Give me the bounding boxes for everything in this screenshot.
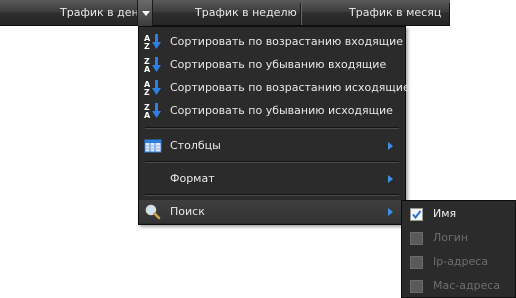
menu-item-sort-asc-outgoing[interactable]: A Z Сортировать по возрастанию исходящие xyxy=(139,76,410,99)
menu-item-label: Сортировать по возрастанию исходящие xyxy=(170,81,410,94)
header-empty-area xyxy=(450,0,516,26)
menu-item-format[interactable]: Формат xyxy=(139,167,405,190)
sort-az-icon: A Z xyxy=(144,79,162,97)
menu-item-label: Сортировать по убыванию входящие xyxy=(170,58,387,71)
menu-item-label: Поиск xyxy=(170,205,205,218)
svg-text:Z: Z xyxy=(144,88,150,96)
checkbox-disabled xyxy=(410,256,423,269)
menu-item-label: Сортировать по возрастанию входящие xyxy=(170,35,403,48)
svg-text:A: A xyxy=(144,111,151,119)
submenu-arrow-icon xyxy=(388,142,393,150)
sort-za-icon: Z A xyxy=(144,56,162,74)
svg-text:A: A xyxy=(144,65,151,73)
search-icon xyxy=(144,203,162,220)
submenu-arrow-icon xyxy=(388,175,393,183)
menu-item-search[interactable]: Поиск xyxy=(139,200,405,223)
submenu-arrow-icon xyxy=(388,208,393,216)
submenu-item-login: Логин xyxy=(402,226,515,250)
column-header-month-label: Трафик в месяц xyxy=(349,6,442,19)
submenu-item-ip: Ip-адреса xyxy=(402,250,515,274)
search-submenu: Имя Логин Ip-адреса Mac-адреса xyxy=(401,200,516,298)
column-dropdown-button[interactable] xyxy=(137,0,153,26)
submenu-item-label: Логин xyxy=(433,231,469,244)
menu-item-label: Столбцы xyxy=(170,139,221,152)
checkbox-disabled xyxy=(410,232,423,245)
checkbox-disabled xyxy=(410,280,423,293)
column-header-day[interactable]: Трафик в день xyxy=(0,0,145,26)
menu-item-sort-desc-incoming[interactable]: Z A Сортировать по убыванию входящие xyxy=(139,53,405,76)
menu-item-label: Формат xyxy=(170,172,215,185)
svg-text:Z: Z xyxy=(144,42,150,50)
menu-item-sort-desc-outgoing[interactable]: Z A Сортировать по убыванию исходящие xyxy=(139,99,405,122)
menu-divider xyxy=(145,127,399,129)
submenu-item-label: Имя xyxy=(433,207,457,220)
sort-za-icon: Z A xyxy=(144,102,162,120)
checkbox-checked[interactable] xyxy=(410,208,423,221)
submenu-item-label: Mac-адреса xyxy=(433,279,501,292)
column-header-bar: Трафик в день Трафик в неделю Трафик в м… xyxy=(0,0,516,26)
context-menu: A Z Сортировать по возрастанию входящие … xyxy=(138,26,410,225)
menu-divider xyxy=(145,194,399,196)
menu-item-label: Сортировать по убыванию исходящие xyxy=(170,104,393,117)
submenu-item-mac: Mac-адреса xyxy=(402,274,515,298)
column-header-month[interactable]: Трафик в месяц xyxy=(301,0,450,26)
submenu-item-label: Ip-адреса xyxy=(433,255,489,268)
submenu-item-name[interactable]: Имя xyxy=(402,202,515,226)
columns-icon xyxy=(144,137,162,154)
menu-item-sort-asc-incoming[interactable]: A Z Сортировать по возрастанию входящие xyxy=(139,30,405,53)
sort-az-icon: A Z xyxy=(144,33,162,51)
column-header-week-label: Трафик в неделю xyxy=(195,6,297,19)
menu-item-columns[interactable]: Столбцы xyxy=(139,134,405,157)
menu-divider xyxy=(145,161,399,163)
column-header-week[interactable]: Трафик в неделю xyxy=(153,0,300,26)
column-header-day-label: Трафик в день xyxy=(60,6,146,19)
